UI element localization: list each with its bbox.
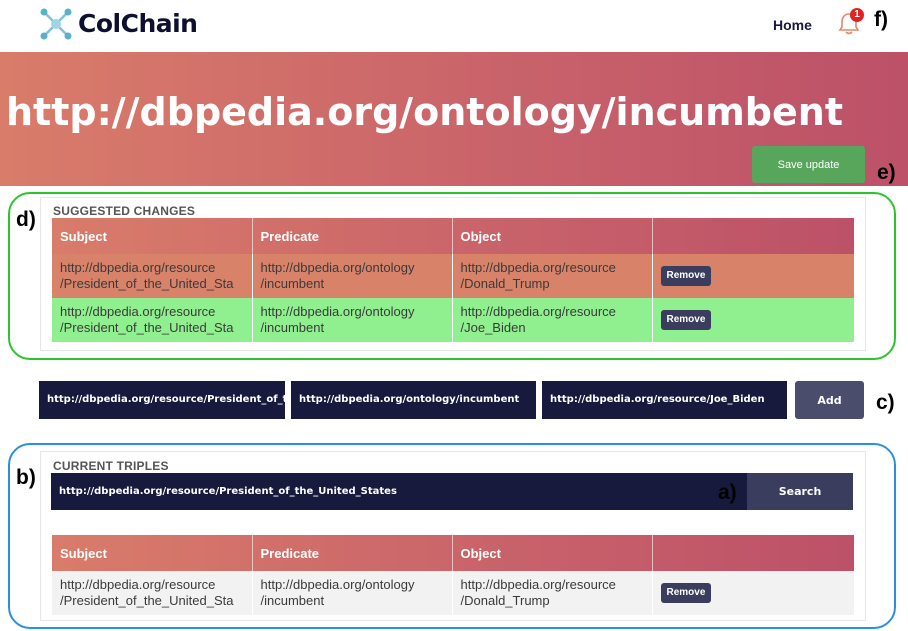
column-header-subject: Subject: [60, 228, 107, 244]
column-header-predicate: Predicate: [251, 535, 452, 571]
table-header-row: Subject Predicate Object: [52, 218, 854, 254]
annotation-d: d): [16, 208, 36, 231]
remove-button[interactable]: Remove: [660, 266, 712, 286]
table-row: http://dbpedia.org/resource/President_of…: [52, 571, 854, 615]
notification-count-badge: 1: [850, 8, 864, 22]
predicate-input[interactable]: http://dbpedia.org/ontology/incumbent: [291, 381, 536, 419]
column-header-subject: Subject: [60, 545, 107, 561]
cell-object: http://dbpedia.org/resource/Joe_Biden: [451, 298, 652, 342]
object-input[interactable]: http://dbpedia.org/resource/Joe_Biden: [542, 381, 787, 419]
remove-button[interactable]: Remove: [660, 310, 712, 330]
top-navbar: ColChain Home 1 f): [0, 0, 908, 50]
suggested-changes-title: SUGGESTED CHANGES: [53, 204, 196, 218]
object-line-2: /Joe_Biden: [460, 320, 526, 335]
column-header-object: Object: [451, 218, 652, 254]
hero-banner: http://dbpedia.org/ontology/incumbent Sa…: [0, 52, 908, 186]
suggested-changes-card: SUGGESTED CHANGES Subject Predicate Obje…: [40, 197, 866, 351]
search-button[interactable]: Search: [747, 473, 853, 510]
annotation-a: a): [718, 481, 737, 504]
cell-object: http://dbpedia.org/resource/Donald_Trump: [451, 571, 652, 615]
object-line-2: /Donald_Trump: [460, 593, 550, 608]
object-line-1: http://dbpedia.org/resource: [460, 260, 616, 275]
predicate-line-2: /incumbent: [260, 320, 325, 335]
subject-input[interactable]: http://dbpedia.org/resource/President_of…: [39, 381, 285, 419]
add-triple-button[interactable]: Add: [795, 381, 864, 419]
subject-line-2: /President_of_the_United_Sta: [60, 320, 234, 335]
subject-line-1: http://dbpedia.org/resource: [60, 577, 216, 592]
save-update-button[interactable]: Save update: [752, 146, 865, 183]
current-triples-table: Subject Predicate Object http://dbpedia.…: [52, 535, 854, 615]
annotation-f: f): [874, 8, 888, 31]
cell-subject: http://dbpedia.org/resource/President_of…: [52, 254, 252, 298]
cell-action: Remove: [651, 571, 854, 615]
table-row-removed: http://dbpedia.org/resource/President_of…: [52, 254, 854, 298]
logo[interactable]: ColChain: [38, 4, 198, 42]
object-line-2: /Donald_Trump: [460, 276, 550, 291]
table-row-added: http://dbpedia.org/resource/President_of…: [52, 298, 854, 342]
suggested-changes-table: Subject Predicate Object http://dbpedia.…: [52, 218, 854, 342]
logo-text: ColChain: [78, 8, 198, 38]
predicate-line-2: /incumbent: [260, 593, 325, 608]
page-title: http://dbpedia.org/ontology/incumbent: [6, 90, 844, 134]
table-header-row: Subject Predicate Object: [52, 535, 854, 571]
cell-subject: http://dbpedia.org/resource/President_of…: [52, 571, 252, 615]
cell-object: http://dbpedia.org/resource/Donald_Trump: [451, 254, 652, 298]
notifications-button[interactable]: 1: [838, 8, 864, 36]
predicate-line-1: http://dbpedia.org/ontology: [260, 304, 415, 319]
annotation-e: e): [877, 161, 896, 184]
object-line-1: http://dbpedia.org/resource: [460, 304, 616, 319]
column-header-actions: [651, 535, 854, 571]
annotation-b: b): [16, 466, 36, 489]
cell-predicate: http://dbpedia.org/ontology/incumbent: [251, 254, 452, 298]
subject-line-1: http://dbpedia.org/resource: [60, 260, 216, 275]
logo-network-icon: [40, 8, 72, 40]
nav-home-link[interactable]: Home: [773, 17, 812, 33]
predicate-line-1: http://dbpedia.org/ontology: [260, 577, 415, 592]
cell-subject: http://dbpedia.org/resource/President_of…: [52, 298, 252, 342]
cell-predicate: http://dbpedia.org/ontology/incumbent: [251, 571, 452, 615]
predicate-line-2: /incumbent: [260, 276, 325, 291]
predicate-line-1: http://dbpedia.org/ontology: [260, 260, 415, 275]
column-header-predicate: Predicate: [251, 218, 452, 254]
subject-line-1: http://dbpedia.org/resource: [60, 304, 216, 319]
subject-line-2: /President_of_the_United_Sta: [60, 593, 234, 608]
column-header-object: Object: [451, 535, 652, 571]
subject-line-2: /President_of_the_United_Sta: [60, 276, 234, 291]
object-line-1: http://dbpedia.org/resource: [460, 577, 616, 592]
current-triples-title: CURRENT TRIPLES: [53, 459, 169, 473]
cell-action: Remove: [651, 298, 854, 342]
cell-predicate: http://dbpedia.org/ontology/incumbent: [251, 298, 452, 342]
cell-action: Remove: [651, 254, 854, 298]
remove-button[interactable]: Remove: [660, 583, 712, 603]
column-header-actions: [651, 218, 854, 254]
annotation-c: c): [876, 391, 895, 414]
search-input[interactable]: http://dbpedia.org/resource/President_of…: [51, 473, 747, 510]
